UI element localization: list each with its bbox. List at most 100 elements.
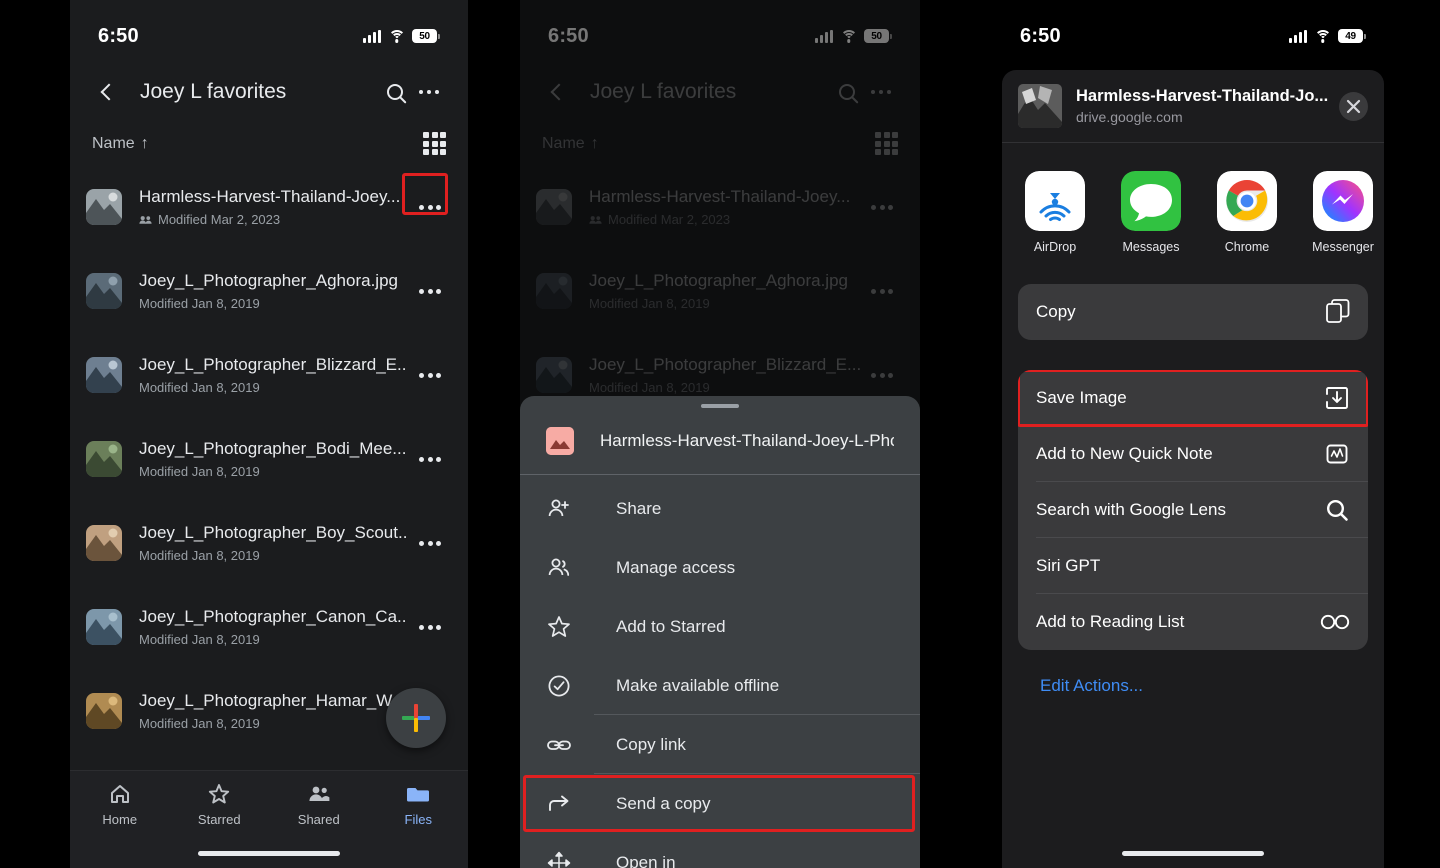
battery-icon: 50: [412, 29, 440, 43]
nav-item-label: Shared: [297, 811, 340, 827]
copy-icon: [1326, 299, 1350, 323]
bottom-navigation: Home Starred Shared Files: [70, 770, 468, 868]
sheet-item-add-to-starred[interactable]: Add to Starred: [520, 597, 920, 656]
file-overflow-button[interactable]: [408, 437, 452, 481]
status-time: 6:50: [1020, 24, 1061, 47]
share-action-siri-gpt[interactable]: Siri GPT: [1018, 538, 1368, 594]
sheet-item-send-a-copy[interactable]: Send a copy: [520, 774, 920, 833]
share-app-airdrop[interactable]: AirDrop: [1018, 171, 1092, 254]
copy-label: Copy: [1036, 302, 1076, 321]
share-app-row[interactable]: AirDropMessagesChromeMessengerGoo: [1002, 143, 1384, 254]
share-app-chrome[interactable]: Chrome: [1210, 171, 1284, 254]
file-overflow-button[interactable]: [408, 353, 452, 397]
file-modified: Modified Jan 8, 2019: [139, 464, 408, 479]
file-row[interactable]: Joey_L_Photographer_Bodi_Mee... Modified …: [86, 417, 452, 501]
sort-label: Name: [92, 134, 135, 152]
file-overflow-button[interactable]: [408, 269, 452, 313]
sheet-item-label: Add to Starred: [616, 616, 726, 636]
share-app-messages[interactable]: Messages: [1114, 171, 1188, 254]
file-modified: Modified Mar 2, 2023: [139, 212, 408, 227]
page-title: Joey L favorites: [140, 80, 287, 103]
overflow-button[interactable]: [412, 75, 446, 109]
quick-note-icon: [1326, 444, 1348, 464]
share-action-save-image[interactable]: Save Image: [1018, 370, 1368, 427]
search-button[interactable]: [378, 75, 412, 109]
sheet-item-share[interactable]: Share: [520, 479, 920, 538]
sheet-file-name: Harmless-Harvest-Thailand-Joey-L-Photogr…: [600, 431, 894, 450]
home-indicator[interactable]: [198, 851, 340, 856]
sort-button[interactable]: Name ↑: [92, 135, 149, 153]
share-action-search-with-google-lens[interactable]: Search with Google Lens: [1018, 482, 1368, 538]
share-action-add-to-reading-list[interactable]: Add to Reading List: [1018, 594, 1368, 650]
sort-arrow-icon: ↑: [140, 134, 149, 152]
edit-actions-button[interactable]: Edit Actions...: [1040, 676, 1384, 696]
share-action-add-to-new-quick-note[interactable]: Add to New Quick Note: [1018, 426, 1368, 482]
sheet-item-manage-access[interactable]: Manage access: [520, 538, 920, 597]
nav-item-files[interactable]: Files: [369, 782, 469, 827]
sheet-item-label: Share: [616, 498, 662, 518]
file-row[interactable]: Joey_L_Photographer_Aghora.jpg Modified J…: [86, 249, 452, 333]
nav-item-starred[interactable]: Starred: [170, 782, 270, 827]
overflow-menu-icon: [419, 624, 441, 630]
share-action-copy[interactable]: Copy: [1018, 284, 1368, 340]
file-overflow-button[interactable]: [408, 521, 452, 565]
nav-item-shared[interactable]: Shared: [269, 782, 369, 827]
file-text: Joey_L_Photographer_Hamar_W... Modified J…: [139, 691, 408, 731]
nav-item-home[interactable]: Home: [70, 782, 170, 827]
share-title: Harmless-Harvest-Thailand-Jo...: [1076, 87, 1329, 105]
sheet-item-label: Open in: [616, 852, 676, 868]
file-thumbnail: [86, 357, 122, 393]
file-row[interactable]: Joey_L_Photographer_Canon_Ca... Modified …: [86, 585, 452, 669]
battery-level: 49: [1338, 29, 1363, 43]
close-button[interactable]: [1339, 91, 1368, 121]
file-thumbnail: [86, 609, 122, 645]
cellular-signal-icon: [363, 29, 381, 43]
share-action-label: Add to Reading List: [1036, 612, 1185, 631]
overflow-menu-icon: [418, 89, 440, 95]
file-thumbnail: [86, 525, 122, 561]
overflow-menu-icon: [419, 456, 441, 462]
back-button[interactable]: [92, 77, 122, 107]
file-modified-text: Modified Jan 8, 2019: [139, 716, 260, 731]
share-app-label: Messenger: [1312, 240, 1374, 254]
open-in-move-icon: [546, 850, 572, 868]
sheet-item-open-in[interactable]: Open in: [520, 833, 920, 868]
wifi-icon: [1314, 29, 1331, 43]
app-header: Joey L favorites: [70, 56, 468, 118]
sheet-item-make-available-offline[interactable]: Make available offline: [520, 656, 920, 715]
nav-item-label: Starred: [197, 811, 241, 827]
file-modified-text: Modified Jan 8, 2019: [139, 632, 260, 647]
battery-cap: [438, 33, 440, 39]
link-icon: [546, 732, 572, 758]
share-subtitle: drive.google.com: [1076, 109, 1183, 125]
file-row[interactable]: Joey_L_Photographer_Blizzard_E... Modifie…: [86, 333, 452, 417]
home-indicator[interactable]: [1122, 851, 1264, 856]
share-sheet-header: Harmless-Harvest-Thailand-Jo... drive.go…: [1002, 70, 1384, 142]
share-app-messenger[interactable]: Messenger: [1306, 171, 1380, 254]
panel-drive-file-list: 6:50 50 Joey L favorites Name ↑ Harmless…: [70, 0, 468, 868]
file-row[interactable]: Joey_L_Photographer_Boy_Scout... Modified…: [86, 501, 452, 585]
folder-icon: [406, 782, 430, 806]
file-row[interactable]: Harmless-Harvest-Thailand-Joey... Modifie…: [86, 165, 452, 249]
sheet-item-label: Make available offline: [616, 675, 780, 695]
file-name: Harmless-Harvest-Thailand-Joey...: [139, 187, 401, 206]
share-app-label: AirDrop: [1033, 240, 1077, 254]
file-modified-text: Modified Jan 8, 2019: [139, 296, 260, 311]
sheet-item-copy-link[interactable]: Copy link: [520, 715, 920, 774]
save-download-icon: [1324, 385, 1350, 411]
file-modified-text: Modified Jan 8, 2019: [139, 464, 260, 479]
new-button[interactable]: [386, 688, 446, 748]
share-action-label: Search with Google Lens: [1036, 500, 1226, 519]
status-bar: 6:50 49: [992, 0, 1394, 56]
file-thumbnail: [86, 441, 122, 477]
share-app-label: Messages: [1122, 240, 1180, 254]
airdrop-icon: [1025, 171, 1085, 231]
file-modified: Modified Jan 8, 2019: [139, 716, 408, 731]
search-icon: [1324, 497, 1350, 523]
file-overflow-button[interactable]: [408, 185, 452, 229]
grid-view-icon[interactable]: [423, 132, 446, 155]
overflow-menu-icon: [419, 288, 441, 294]
file-overflow-button[interactable]: [408, 605, 452, 649]
file-name: Joey_L_Photographer_Boy_Scout...: [139, 523, 408, 542]
file-text: Joey_L_Photographer_Boy_Scout... Modified…: [139, 523, 408, 563]
